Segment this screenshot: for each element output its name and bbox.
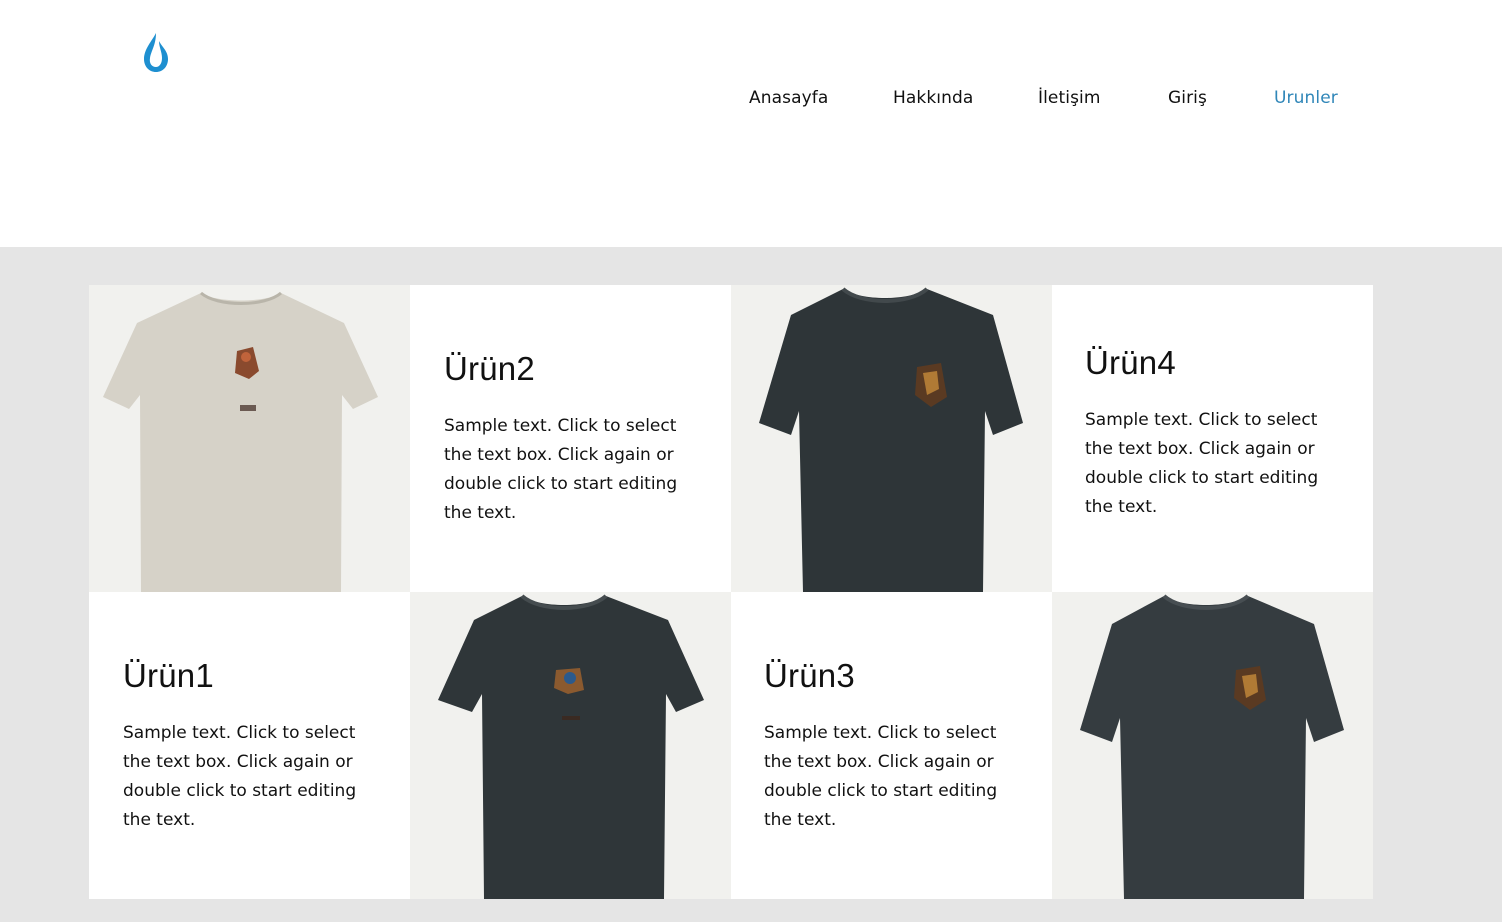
product-title: Ürün1 bbox=[123, 657, 214, 694]
nav-item-anasayfa[interactable]: Anasayfa bbox=[749, 84, 828, 112]
products-section: Ürün2 Sample text. Click to select the t… bbox=[0, 247, 1502, 922]
product-title: Ürün4 bbox=[1085, 344, 1176, 381]
nav-item-urunler[interactable]: Urunler bbox=[1274, 84, 1338, 112]
site-header: Anasayfa Hakkında İletişim Giriş Urunler bbox=[0, 0, 1502, 247]
water-drop-icon[interactable] bbox=[140, 31, 172, 75]
nav-item-giris[interactable]: Giriş bbox=[1168, 84, 1207, 112]
product-card-urun2: Ürün2 Sample text. Click to select the t… bbox=[410, 285, 731, 592]
products-grid: Ürün2 Sample text. Click to select the t… bbox=[89, 285, 1373, 899]
product-card-urun4: Ürün4 Sample text. Click to select the t… bbox=[1052, 285, 1373, 592]
product-image-dark-tshirt[interactable] bbox=[731, 285, 1052, 592]
dark-tshirt-image bbox=[759, 287, 1023, 592]
nav-item-iletisim[interactable]: İletişim bbox=[1038, 84, 1101, 112]
product-card-urun1: Ürün1 Sample text. Click to select the t… bbox=[89, 592, 410, 899]
product-description[interactable]: Sample text. Click to select the text bo… bbox=[444, 412, 689, 528]
product-title: Ürün3 bbox=[764, 657, 855, 694]
product-description[interactable]: Sample text. Click to select the text bo… bbox=[764, 719, 1009, 835]
product-description[interactable]: Sample text. Click to select the text bo… bbox=[123, 719, 368, 835]
nav-item-hakkinda[interactable]: Hakkında bbox=[893, 84, 973, 112]
product-image-dark-tshirt[interactable] bbox=[410, 592, 731, 899]
product-description[interactable]: Sample text. Click to select the text bo… bbox=[1085, 406, 1330, 522]
product-title: Ürün2 bbox=[444, 350, 535, 387]
product-card-urun3: Ürün3 Sample text. Click to select the t… bbox=[731, 592, 1052, 899]
product-image-beige-tshirt[interactable] bbox=[89, 285, 410, 592]
product-image-dark-tshirt[interactable] bbox=[1052, 592, 1373, 899]
beige-tshirt-image bbox=[103, 291, 378, 592]
dark-tshirt-image bbox=[1080, 594, 1344, 899]
dark-tshirt-image bbox=[438, 594, 704, 899]
